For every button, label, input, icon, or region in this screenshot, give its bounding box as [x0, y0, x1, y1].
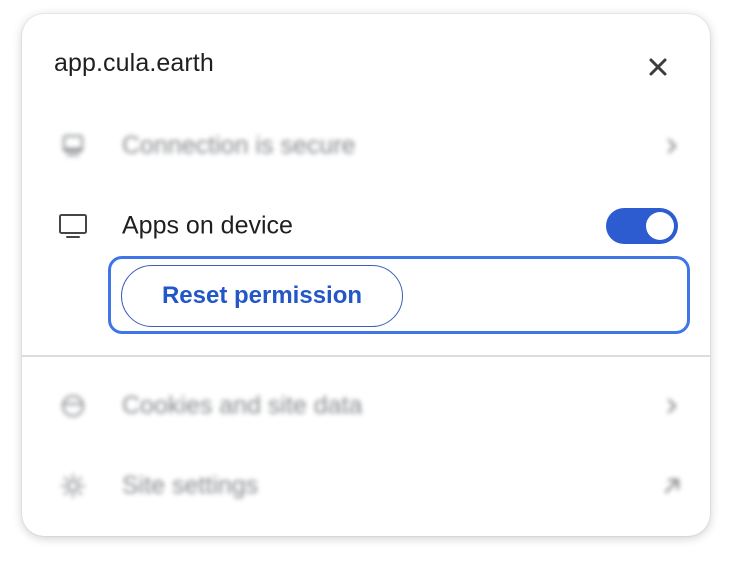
close-button[interactable]	[640, 52, 676, 82]
divider	[22, 355, 710, 357]
apps-on-device-toggle[interactable]	[606, 208, 678, 244]
apps-on-device-label: Apps on device	[122, 211, 293, 240]
external-link-icon	[660, 474, 684, 498]
cookie-icon	[58, 391, 88, 421]
connection-security-row[interactable]: Connection is secure	[22, 116, 710, 176]
reset-permission-button[interactable]: Reset permission	[121, 265, 403, 327]
close-icon	[649, 58, 667, 76]
toggle-knob	[646, 212, 674, 240]
site-settings-label: Site settings	[122, 471, 259, 500]
cookies-label: Cookies and site data	[122, 391, 363, 420]
gear-icon	[58, 471, 88, 501]
chevron-right-icon	[660, 134, 684, 158]
chevron-right-icon	[660, 394, 684, 418]
lock-screen-icon	[58, 131, 88, 161]
connection-security-label: Connection is secure	[122, 131, 356, 160]
site-info-popup: app.cula.earth Connection is secure Apps…	[22, 14, 710, 536]
page: app.cula.earth Connection is secure Apps…	[0, 0, 732, 567]
site-title: app.cula.earth	[54, 49, 214, 77]
site-settings-row[interactable]: Site settings	[22, 456, 710, 516]
monitor-icon	[58, 211, 88, 241]
cookies-row[interactable]: Cookies and site data	[22, 376, 710, 436]
